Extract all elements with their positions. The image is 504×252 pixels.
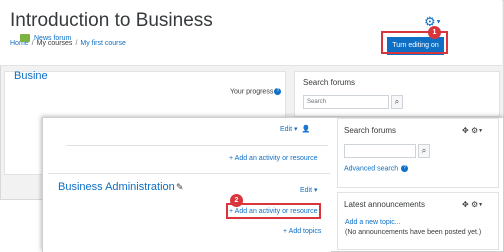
block-controls[interactable]: ✥ ⚙▼	[462, 126, 483, 135]
user-icon[interactable]: 👤	[302, 126, 311, 133]
chevron-down-icon: ▼	[478, 201, 484, 208]
help-icon[interactable]: ?	[401, 165, 409, 172]
news-forum-link[interactable]: News forum	[34, 35, 71, 42]
search-input[interactable]	[344, 144, 416, 158]
advanced-search-link[interactable]: Advanced search ?	[344, 165, 409, 172]
help-icon[interactable]: ?	[274, 88, 282, 95]
section-title-partial[interactable]: Busine	[14, 70, 48, 82]
move-icon[interactable]: ✥	[462, 200, 469, 209]
advanced-search-label[interactable]: Advanced search	[344, 165, 398, 172]
forum-icon	[20, 34, 30, 42]
chevron-down-icon: ▾	[314, 187, 318, 194]
step-badge-2: 2	[230, 194, 243, 207]
block-title: Latest announcements	[344, 200, 425, 209]
breadcrumb-separator: /	[75, 40, 78, 47]
section-title[interactable]: Business Administration	[58, 181, 175, 193]
add-topics-link[interactable]: + Add topics	[283, 228, 321, 235]
search-forums-block-back: Search forums Search ⌕	[294, 71, 500, 117]
add-new-topic-link[interactable]: Add a new topic...	[345, 219, 401, 226]
add-activity-label[interactable]: Add an activity or resource	[235, 155, 318, 162]
section-edit-menu[interactable]: Edit ▾	[300, 186, 318, 194]
search-input[interactable]: Search	[303, 95, 389, 109]
move-icon[interactable]: ✥	[462, 126, 469, 135]
plus-icon: +	[283, 228, 288, 235]
page-title: Introduction to Business	[10, 10, 213, 31]
edit-label[interactable]: Edit	[280, 126, 292, 133]
search-button[interactable]: ⌕	[418, 144, 430, 158]
divider	[66, 145, 328, 146]
progress-text: Your progress	[230, 88, 274, 96]
block-title: Search forums	[303, 78, 356, 87]
chevron-down-icon: ▼	[478, 127, 484, 134]
search-button[interactable]: ⌕	[391, 95, 403, 109]
breadcrumb-course[interactable]: My first course	[80, 40, 126, 47]
plus-icon: +	[229, 155, 234, 162]
progress-label: Your progress?	[230, 88, 282, 96]
section-edit-menu[interactable]: Edit ▾ 👤	[280, 125, 310, 133]
pencil-icon[interactable]: ✎	[176, 182, 184, 193]
block-title: Search forums	[344, 126, 397, 135]
add-activity-link[interactable]: + Add an activity or resource	[229, 155, 318, 162]
no-announcements-text: (No announcements have been posted yet.)	[345, 229, 482, 236]
block-controls[interactable]: ✥ ⚙▼	[462, 200, 483, 209]
section-separator	[48, 173, 330, 174]
search-icon: ⌕	[421, 146, 427, 155]
chevron-down-icon: ▾	[294, 126, 298, 133]
chevron-down-icon: ▼	[435, 19, 442, 26]
search-icon: ⌕	[394, 97, 400, 106]
step-badge-1: 1	[428, 26, 441, 39]
add-topics-label[interactable]: Add topics	[289, 228, 322, 235]
edit-label[interactable]: Edit	[300, 187, 312, 194]
